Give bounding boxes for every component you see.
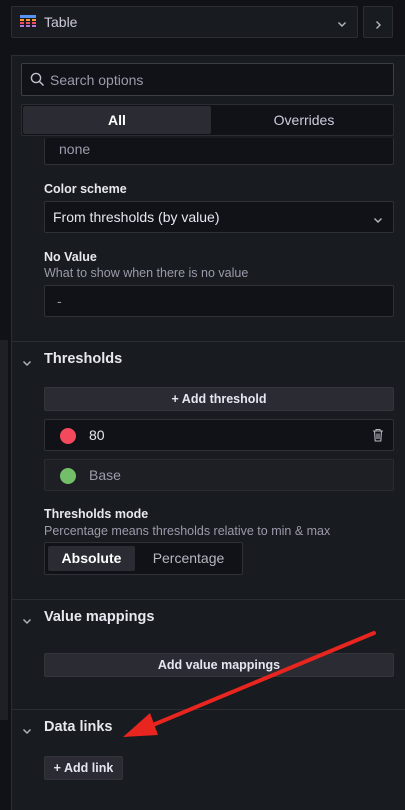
annotation-arrow: [123, 631, 376, 737]
